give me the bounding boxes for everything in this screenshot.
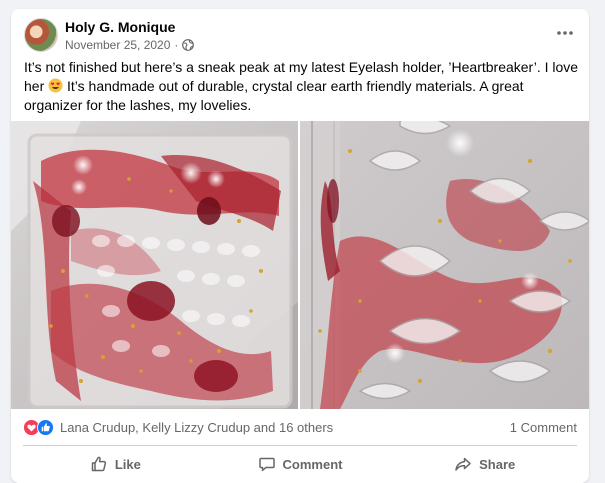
reaction-names[interactable]: Lana Crudup, Kelly Lizzy Crudup and 16 o… — [60, 420, 333, 435]
post-actions: Like Comment Share — [23, 449, 577, 479]
reaction-icons[interactable] — [23, 418, 54, 436]
comment-icon — [258, 455, 276, 473]
share-label: Share — [479, 456, 516, 472]
meta-separator: · — [174, 38, 179, 52]
globe-icon[interactable] — [182, 39, 195, 51]
more-options-icon[interactable] — [553, 23, 577, 43]
thumbs-up-icon — [90, 455, 108, 473]
like-button[interactable]: Like — [23, 449, 208, 479]
post-card: Holy G. Monique November 25, 2020 · It’s… — [11, 9, 589, 483]
author-avatar[interactable] — [24, 18, 58, 52]
post-text: It’s not finished but here’s a sneak pea… — [24, 58, 580, 115]
photo-grid — [11, 121, 589, 409]
share-icon — [454, 455, 472, 473]
actions-divider — [23, 445, 577, 446]
comment-label: Comment — [282, 456, 343, 472]
comment-count[interactable]: 1 Comment — [510, 420, 577, 435]
author-name[interactable]: Holy G. Monique — [65, 19, 175, 35]
post-photo-right[interactable] — [300, 121, 589, 409]
like-reaction-icon — [37, 418, 54, 436]
post-date[interactable]: November 25, 2020 — [65, 38, 170, 52]
post-header: Holy G. Monique November 25, 2020 · — [11, 9, 589, 61]
post-text-part2: It’s handmade out of durable, crystal cl… — [24, 78, 524, 113]
post-photo-left[interactable] — [11, 121, 298, 409]
share-button[interactable]: Share — [392, 449, 577, 479]
comment-button[interactable]: Comment — [208, 449, 393, 479]
post-meta: November 25, 2020 · — [65, 38, 195, 52]
like-label: Like — [114, 456, 141, 472]
heart-eyes-emoji — [48, 78, 63, 93]
reactions-bar: Lana Crudup, Kelly Lizzy Crudup and 16 o… — [23, 416, 577, 438]
